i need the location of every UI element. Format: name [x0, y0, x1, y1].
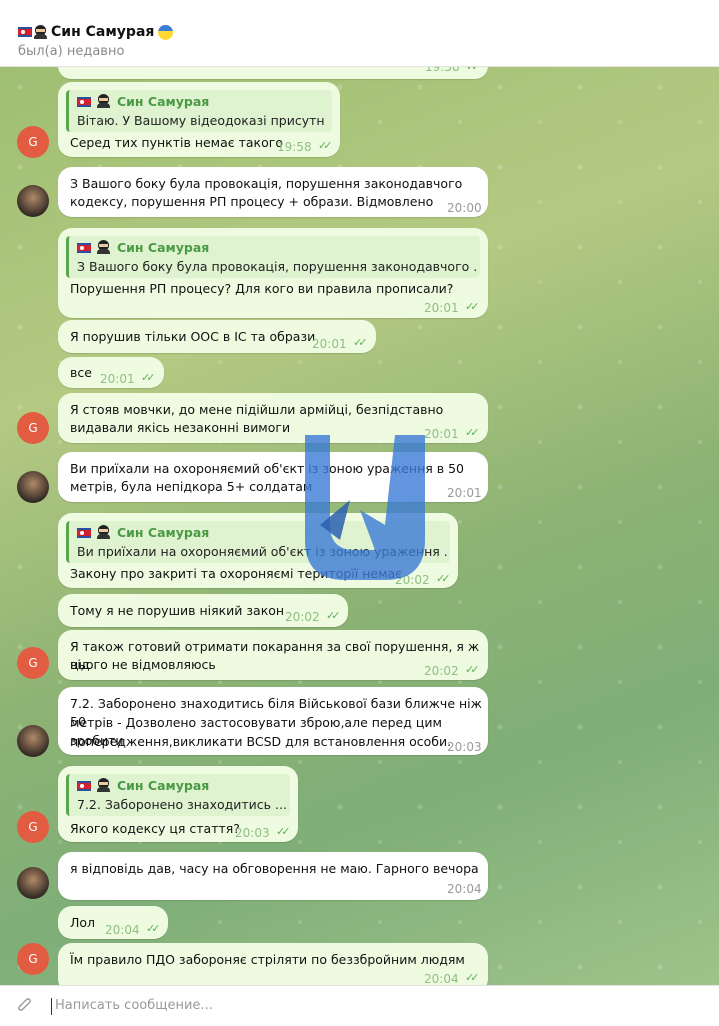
north-korea-flag-icon — [77, 781, 91, 791]
message-bubble[interactable]: Лол 20:04 ✓✓ — [58, 906, 168, 939]
message-text: З Вашого боку була провокація, порушення… — [70, 176, 463, 191]
chat-title: Син Самурая — [51, 24, 155, 40]
message-text: я відповідь дав, часу на обговорення не … — [70, 861, 479, 876]
message-text: Порушення РП процесу? Для кого ви правил… — [70, 281, 454, 296]
message-bubble[interactable]: Я також готовий отримати покарання за св… — [58, 630, 488, 680]
message-time: 19:58 — [277, 140, 312, 154]
message-bubble[interactable]: Я порушив тільки ООС в ІС та образи 20:0… — [58, 320, 376, 353]
message-bubble[interactable]: З Вашого боку була провокація, порушення… — [58, 167, 488, 217]
ninja-icon — [97, 525, 110, 539]
ninja-icon — [97, 778, 110, 792]
read-receipt-icon: ✓✓ — [465, 971, 480, 984]
message-bubble[interactable]: я відповідь дав, часу на обговорення не … — [58, 852, 488, 900]
read-receipt-icon: ✓✓ — [326, 609, 341, 622]
text-caret — [51, 998, 52, 1015]
message-time: 20:02 — [424, 664, 459, 678]
quote-author: Син Самурая — [117, 525, 210, 540]
message-time: 20:01 — [312, 337, 347, 351]
chat-title-row[interactable]: Син Самурая — [18, 22, 174, 42]
message-text: все — [70, 365, 92, 380]
north-korea-flag-icon — [77, 243, 91, 253]
read-receipt-icon: ✓✓ — [436, 572, 451, 585]
avatar[interactable] — [17, 471, 49, 503]
read-receipt-icon: ✓✓ — [318, 139, 333, 152]
north-korea-flag-icon — [77, 97, 91, 107]
message-text: метрів, була непідкора 5+ солдатам — [70, 479, 313, 494]
avatar[interactable] — [17, 867, 49, 899]
message-text: попередження,викликати BCSD для встановл… — [70, 734, 452, 749]
message-text: видавали якісь незаконні вимоги — [70, 420, 291, 435]
message-time: 20:00 — [447, 201, 482, 215]
message-text: Я стояв мовчки, до мене підійшли армійці… — [70, 402, 444, 417]
ninja-icon — [34, 25, 47, 39]
quote-author: Син Самурая — [117, 778, 210, 793]
quote-text: З Вашого боку була провокація, порушення… — [77, 259, 477, 274]
read-receipt-icon: ✓✓ — [466, 67, 481, 76]
read-receipt-icon: ✓✓ — [465, 663, 480, 676]
north-korea-flag-icon — [77, 528, 91, 538]
read-receipt-icon: ✓✓ — [353, 336, 368, 349]
message-composer[interactable]: Написать сообщение... — [0, 985, 719, 1026]
message-time: 20:01 — [424, 301, 459, 315]
message-time: 20:04 — [424, 972, 459, 985]
message-text: Серед тих пунктів немає такого — [70, 135, 283, 150]
reply-quote[interactable]: Син Самурая Вітаю. У Вашому відеодоказі … — [66, 90, 332, 132]
message-time: 20:02 — [285, 610, 320, 624]
message-time: 20:03 — [235, 826, 270, 840]
message-text: кодексу, порушення РП процесу + образи. … — [70, 194, 434, 209]
paperclip-icon[interactable] — [16, 997, 34, 1015]
message-input[interactable]: Написать сообщение... — [55, 998, 213, 1013]
message-text: Якого кодексу ця стаття? — [70, 821, 240, 836]
message-bubble[interactable]: Син Самурая 7.2. Заборонено знаходитись … — [58, 766, 298, 842]
quote-author: Син Самурая — [117, 94, 210, 109]
message-time: 20:04 — [105, 923, 140, 937]
avatar[interactable]: G — [17, 126, 49, 158]
reply-quote[interactable]: Син Самурая 7.2. Заборонено знаходитись … — [66, 774, 290, 816]
read-receipt-icon: ✓✓ — [276, 825, 291, 838]
north-korea-flag-icon — [18, 27, 32, 37]
message-text: Їм правило ПДО забороняє стріляти по без… — [70, 952, 465, 967]
avatar[interactable] — [17, 725, 49, 757]
message-text: Я порушив тільки ООС в ІС та образи — [70, 329, 316, 344]
message-time: 20:01 — [100, 372, 135, 386]
quote-text: 7.2. Заборонено знаходитись ... — [77, 797, 287, 812]
ninja-icon — [97, 94, 110, 108]
message-bubble[interactable]: 19:58 ✓✓ — [58, 67, 488, 79]
message-time: 20:01 — [447, 486, 482, 500]
read-receipt-icon: ✓✓ — [465, 426, 480, 439]
avatar[interactable]: G — [17, 943, 49, 975]
chat-header[interactable]: Син Самурая был(а) недавно — [0, 0, 719, 67]
read-receipt-icon: ✓✓ — [146, 922, 161, 935]
message-time: 19:58 — [425, 67, 460, 74]
ninja-icon — [97, 240, 110, 254]
message-text: Лол — [70, 915, 96, 930]
avatar[interactable] — [17, 185, 49, 217]
avatar[interactable]: G — [17, 647, 49, 679]
message-bubble[interactable]: Син Самурая З Вашого боку була провокаці… — [58, 228, 488, 318]
message-time: 20:03 — [447, 740, 482, 754]
message-bubble[interactable]: все 20:01 ✓✓ — [58, 357, 164, 388]
message-text: Тому я не порушив ніякий закон — [70, 603, 285, 618]
avatar[interactable]: G — [17, 412, 49, 444]
avatar[interactable]: G — [17, 811, 49, 843]
message-bubble[interactable]: Син Самурая Вітаю. У Вашому відеодоказі … — [58, 82, 340, 157]
message-bubble[interactable]: Тому я не порушив ніякий закон 20:02 ✓✓ — [58, 594, 348, 627]
message-bubble[interactable]: Їм правило ПДО забороняє стріляти по без… — [58, 943, 488, 985]
quote-text: Вітаю. У Вашому відеодоказі присутні... — [77, 113, 325, 128]
quote-author: Син Самурая — [117, 240, 210, 255]
chat-status: был(а) недавно — [18, 44, 125, 59]
reply-quote[interactable]: Син Самурая З Вашого боку була провокаці… — [66, 236, 480, 278]
message-bubble[interactable]: 7.2. Заборонено знаходитись біля Військо… — [58, 687, 488, 755]
watermark-logo-icon — [305, 435, 425, 580]
helmet-emoji-icon — [158, 24, 174, 40]
read-receipt-icon: ✓✓ — [141, 371, 156, 384]
read-receipt-icon: ✓✓ — [465, 300, 480, 313]
message-text: цього не відмовляюсь — [70, 657, 216, 672]
message-time: 20:04 — [447, 882, 482, 896]
